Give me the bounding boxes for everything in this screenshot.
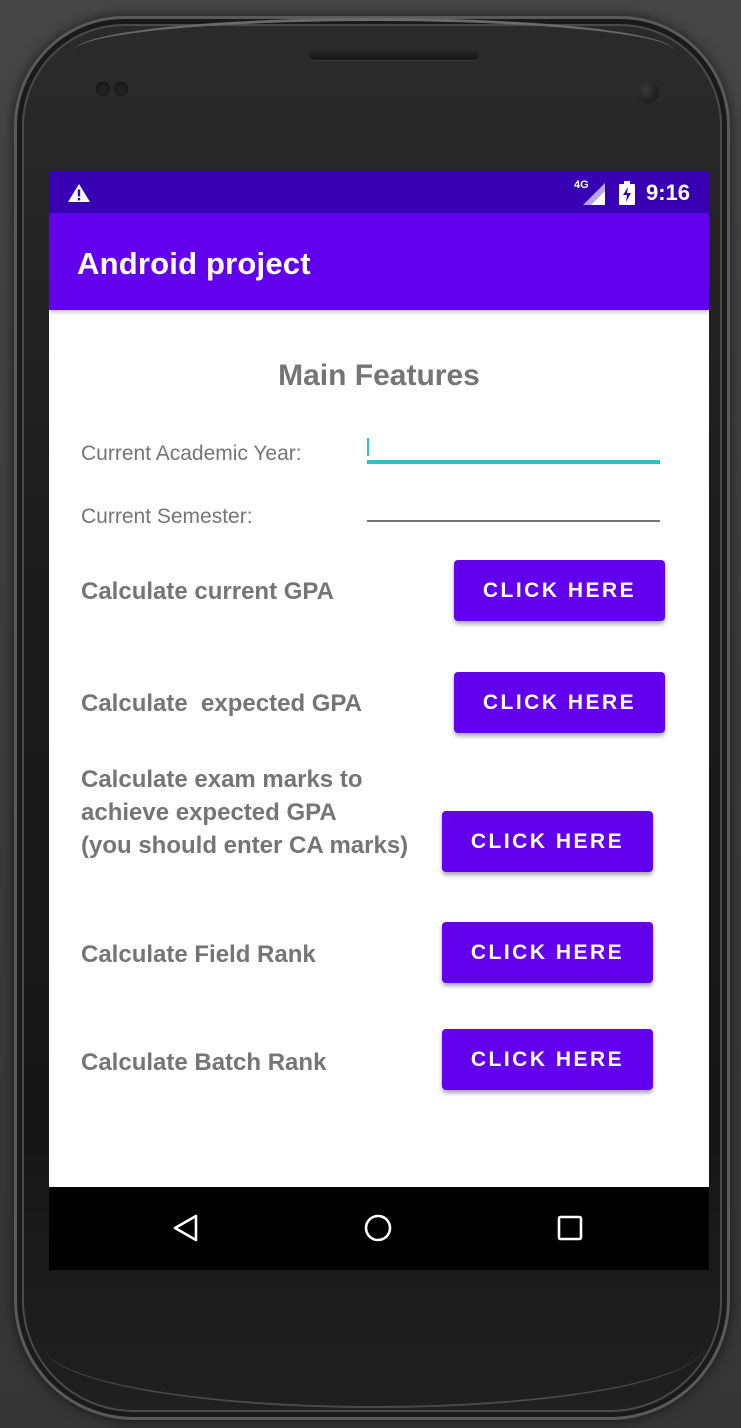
app-title: Android project bbox=[77, 246, 311, 281]
status-clock: 9:16 bbox=[646, 180, 691, 205]
proximity-sensors bbox=[96, 82, 136, 100]
semester-label: Current Semester: bbox=[81, 505, 253, 528]
field-rank-button[interactable]: CLICK HERE bbox=[442, 922, 653, 983]
field-rank-label: Calculate Field Rank bbox=[81, 941, 316, 968]
exam-marks-label-line: (you should enter CA marks) bbox=[81, 832, 409, 859]
status-bar: 4G 9:16 bbox=[49, 171, 709, 213]
input-underline bbox=[367, 520, 660, 522]
app-bar: Android project bbox=[49, 213, 709, 310]
academic-year-input[interactable] bbox=[367, 430, 660, 464]
batch-rank-button[interactable]: CLICK HERE bbox=[442, 1029, 653, 1090]
front-camera-icon bbox=[637, 81, 659, 103]
batch-rank-label: Calculate Batch Rank bbox=[81, 1049, 327, 1076]
signal-icon bbox=[583, 183, 605, 205]
earpiece-speaker bbox=[309, 50, 479, 60]
phone-bottom-edge bbox=[44, 1346, 704, 1408]
academic-year-label: Current Academic Year: bbox=[81, 442, 302, 465]
home-icon[interactable] bbox=[363, 1213, 393, 1243]
exam-marks-button[interactable]: CLICK HERE bbox=[442, 811, 653, 872]
current-gpa-label: Calculate current GPA bbox=[81, 578, 334, 605]
input-underline bbox=[367, 460, 660, 464]
navigation-bar bbox=[49, 1187, 709, 1270]
phone-top-edge bbox=[74, 18, 674, 51]
semester-input[interactable] bbox=[367, 488, 660, 522]
recents-icon[interactable] bbox=[555, 1213, 585, 1243]
warning-icon bbox=[68, 184, 90, 202]
exam-marks-label-line: Calculate exam marks to bbox=[81, 766, 363, 793]
current-gpa-button[interactable]: CLICK HERE bbox=[454, 560, 665, 621]
text-cursor bbox=[367, 438, 369, 456]
exam-marks-label: Calculate exam marks to achieve expected… bbox=[81, 763, 408, 862]
device-screen: 4G 9:16 Android project Main Features Cu… bbox=[49, 171, 709, 1270]
exam-marks-label-line: achieve expected GPA bbox=[81, 799, 337, 826]
battery-icon bbox=[619, 181, 635, 205]
back-icon[interactable] bbox=[171, 1213, 201, 1243]
expected-gpa-button[interactable]: CLICK HERE bbox=[454, 672, 665, 733]
expected-gpa-label: Calculate expected GPA bbox=[81, 690, 362, 717]
page-title: Main Features bbox=[278, 359, 480, 392]
